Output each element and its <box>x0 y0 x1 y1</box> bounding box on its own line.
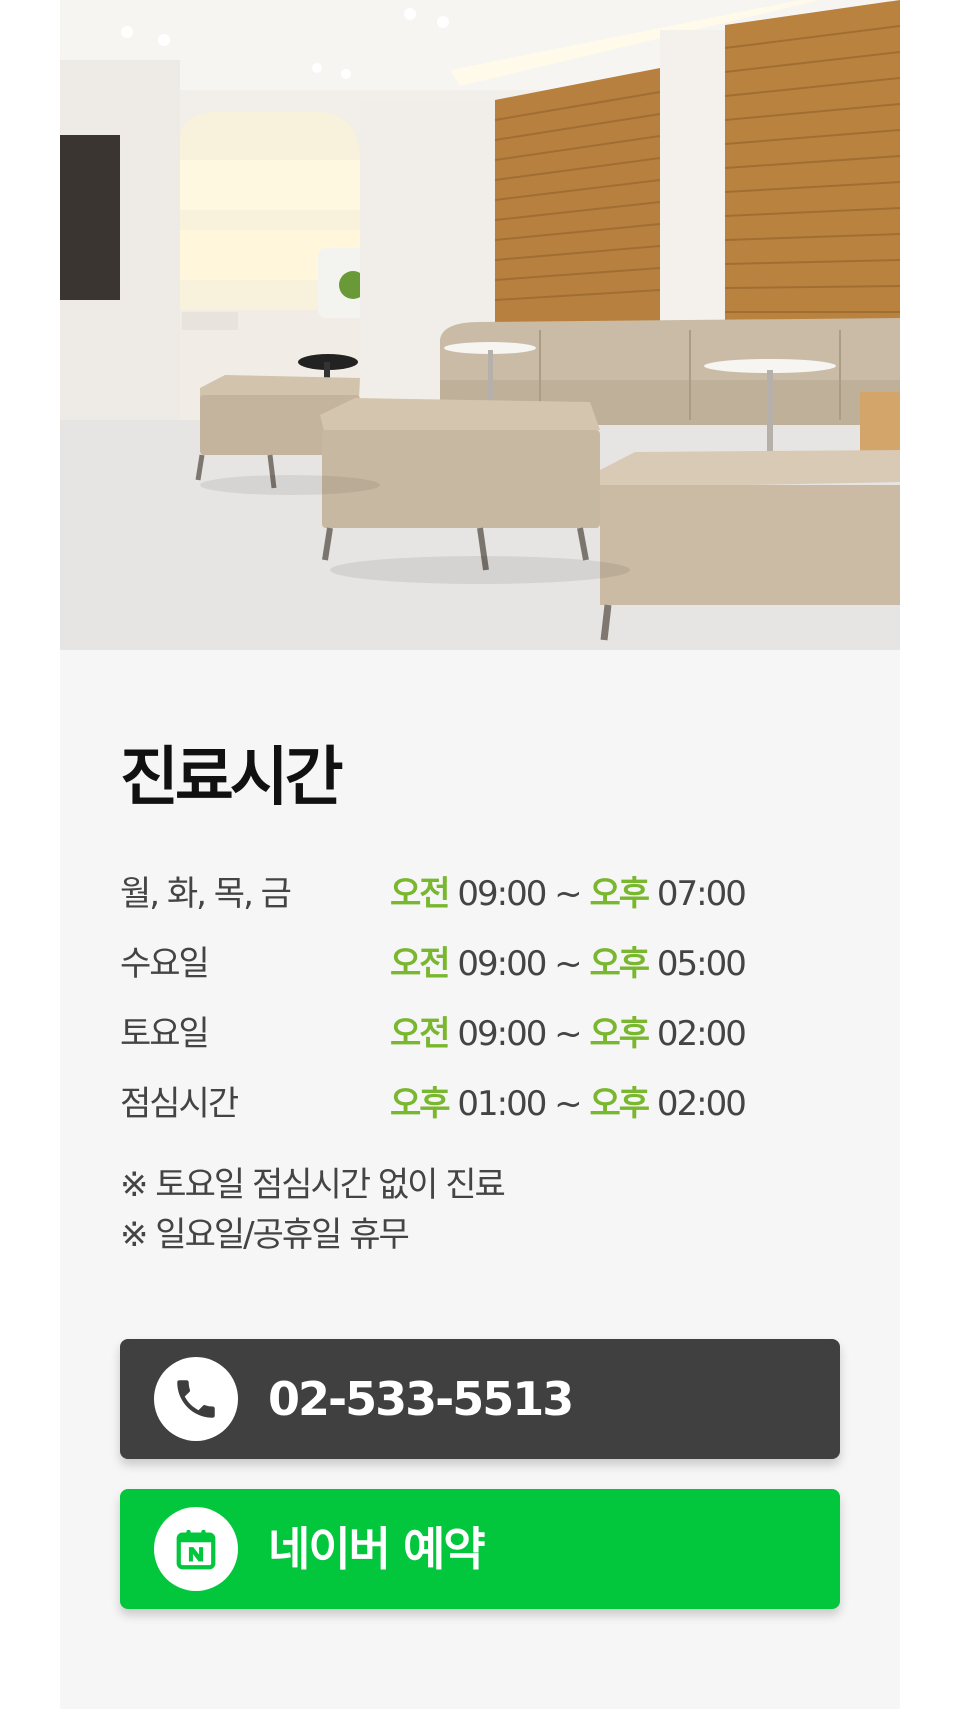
end-ampm: 오후 <box>589 1013 650 1054</box>
schedule-row: 월, 화, 목, 금 오전 09:00 ~ 오후 07:00 <box>120 855 800 925</box>
start-time: 01:00 <box>457 1083 547 1124</box>
end-time: 07:00 <box>656 873 747 914</box>
time-separator: ~ <box>554 873 582 914</box>
end-ampm: 오후 <box>589 873 650 914</box>
naver-reservation-button[interactable]: 네이버 예약 <box>120 1489 840 1609</box>
schedule-row: 점심시간 오후 01:00 ~ 오후 02:00 <box>120 1065 800 1135</box>
start-ampm: 오후 <box>390 1083 451 1124</box>
schedule-time: 오후 01:00 ~ 오후 02:00 <box>390 1076 747 1125</box>
naver-calendar-icon <box>176 1529 216 1570</box>
waiting-room-illustration <box>60 0 900 650</box>
schedule-day: 토요일 <box>120 1013 210 1054</box>
time-separator: ~ <box>554 1083 582 1124</box>
end-time: 02:00 <box>656 1083 747 1124</box>
naver-calendar-icon-circle <box>154 1507 238 1591</box>
start-ampm: 오전 <box>390 943 451 984</box>
page-container: 진료시간 월, 화, 목, 금 오전 09:00 ~ 오후 07:00 수요일 … <box>60 0 900 1709</box>
start-ampm: 오전 <box>390 1013 451 1054</box>
schedule-notes: ※ 토요일 점심시간 없이 진료 ※ 일요일/공휴일 휴무 <box>120 1160 506 1260</box>
schedule-day: 수요일 <box>120 943 210 984</box>
schedule-day: 월, 화, 목, 금 <box>120 873 292 914</box>
schedule-time: 오전 09:00 ~ 오후 05:00 <box>390 936 747 985</box>
phone-number: 02-533-5513 <box>268 1372 574 1426</box>
start-time: 09:00 <box>457 1013 547 1054</box>
start-time: 09:00 <box>457 873 547 914</box>
schedule-day: 점심시간 <box>120 1083 239 1124</box>
schedule-time: 오전 09:00 ~ 오후 07:00 <box>390 866 747 915</box>
schedule-time: 오전 09:00 ~ 오후 02:00 <box>390 1006 747 1055</box>
note-holiday: ※ 일요일/공휴일 휴무 <box>120 1215 410 1255</box>
time-separator: ~ <box>554 943 582 984</box>
schedule-table: 월, 화, 목, 금 오전 09:00 ~ 오후 07:00 수요일 오전 09… <box>120 855 800 1135</box>
phone-icon-circle <box>154 1357 238 1441</box>
start-time: 09:00 <box>457 943 547 984</box>
phone-icon <box>177 1380 215 1418</box>
naver-reservation-label: 네이버 예약 <box>268 1522 486 1576</box>
hours-title: 진료시간 <box>120 741 344 815</box>
schedule-row: 수요일 오전 09:00 ~ 오후 05:00 <box>120 925 800 995</box>
waiting-room-photo <box>60 0 900 650</box>
call-button[interactable]: 02-533-5513 <box>120 1339 840 1459</box>
time-separator: ~ <box>554 1013 582 1054</box>
end-time: 02:00 <box>656 1013 747 1054</box>
end-ampm: 오후 <box>589 943 650 984</box>
schedule-row: 토요일 오전 09:00 ~ 오후 02:00 <box>120 995 800 1065</box>
note-saturday: ※ 토요일 점심시간 없이 진료 <box>120 1165 506 1205</box>
start-ampm: 오전 <box>390 873 451 914</box>
end-ampm: 오후 <box>589 1083 650 1124</box>
end-time: 05:00 <box>656 943 747 984</box>
